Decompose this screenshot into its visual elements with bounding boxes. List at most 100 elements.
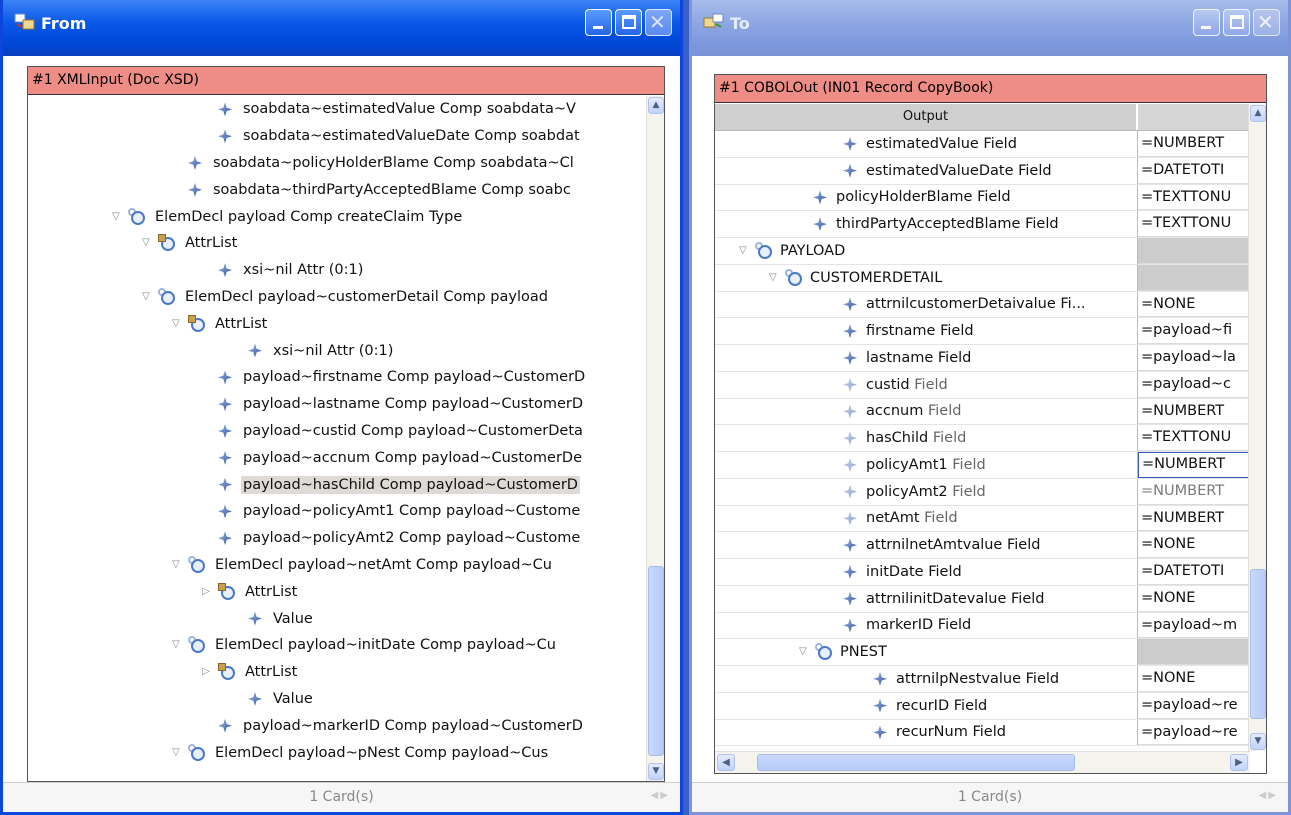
grid-row[interactable]: ▽ PNEST [715, 639, 1250, 666]
output-cell[interactable]: initDate Field [715, 559, 1138, 585]
tree-row[interactable]: ▽ ElemDecl payload~customerDetail Comp pa… [28, 284, 648, 311]
grid-row[interactable]: estimatedValue Field =NUMBERT [715, 131, 1250, 158]
grid-row[interactable]: custid Field =payload~c [715, 371, 1250, 399]
grid-row[interactable]: attrnilcustomerDetaivalue Fi... =NONE [715, 291, 1250, 319]
grid-row[interactable]: initDate Field =DATETOTI [715, 559, 1250, 586]
scroll-up-button[interactable]: ▲ [1250, 105, 1266, 122]
from-card-header[interactable]: #1 XMLInput (Doc XSD) [28, 67, 664, 95]
rule-cell[interactable]: =TEXTTONU [1138, 211, 1250, 237]
to-card-header[interactable]: #1 COBOLOut (IN01 Record CopyBook) [715, 75, 1266, 103]
grid-row[interactable]: attrnilnetAmtvalue Field =NONE [715, 532, 1250, 559]
rule-cell[interactable]: =NONE [1138, 666, 1250, 692]
tree-row[interactable]: payload~policyAmt1 Comp payload~Custome [28, 498, 648, 525]
tree-row[interactable]: ▽ ElemDecl payload~initDate Comp payload~… [28, 632, 648, 659]
rule-cell[interactable]: =payload~re [1138, 693, 1250, 719]
column-output[interactable]: Output [715, 104, 1138, 130]
to-vertical-scrollbar[interactable]: ▲ ▼ [1248, 104, 1266, 751]
collapse-toggle-icon[interactable]: ▽ [799, 645, 813, 659]
grid-row[interactable]: recurID Field =payload~re [715, 692, 1250, 720]
tree-row[interactable]: payload~accnum Comp payload~CustomerDe [28, 444, 648, 471]
expand-toggle-icon[interactable]: ▷ [202, 585, 216, 599]
output-cell[interactable]: attrnilcustomerDetaivalue Fi... [715, 291, 1138, 318]
grid-row[interactable]: policyAmt1 Field =NUMBERT [715, 452, 1250, 479]
rule-cell[interactable]: =NUMBERT [1138, 479, 1250, 505]
rule-cell[interactable]: =TEXTTONU [1138, 425, 1250, 451]
scroll-thumb[interactable] [648, 566, 664, 756]
collapse-toggle-icon[interactable]: ▽ [769, 271, 783, 285]
output-cell[interactable]: netAmt Field [715, 505, 1138, 532]
output-cell[interactable]: attrnilnetAmtvalue Field [715, 532, 1138, 558]
rule-cell[interactable]: =payload~m [1138, 613, 1250, 639]
output-cell[interactable]: ▽ PAYLOAD [715, 238, 1138, 264]
tree-row[interactable]: Value [28, 605, 648, 632]
scroll-right-button[interactable]: ▶ [1230, 754, 1248, 771]
scroll-up-button[interactable]: ▲ [648, 97, 664, 114]
tree-row[interactable]: xsi~nil Attr (0:1) [28, 257, 648, 284]
output-cell[interactable]: recurID Field [715, 692, 1138, 719]
output-cell[interactable]: attrnilinitDatevalue Field [715, 585, 1138, 612]
rule-cell[interactable]: =payload~re [1138, 720, 1250, 746]
tree-row[interactable]: ▽ ElemDecl payload~netAmt Comp payload~Cu [28, 552, 648, 579]
minimize-button[interactable] [1193, 9, 1220, 36]
collapse-toggle-icon[interactable]: ▽ [172, 558, 186, 572]
collapse-toggle-icon[interactable]: ▽ [112, 210, 126, 224]
collapse-toggle-icon[interactable]: ▽ [142, 236, 156, 250]
output-cell[interactable]: custid Field [715, 371, 1138, 398]
output-cell[interactable]: thirdPartyAcceptedBlame Field [715, 211, 1138, 237]
rule-cell[interactable]: =NONE [1138, 532, 1250, 558]
minimize-button[interactable] [585, 9, 612, 36]
scroll-thumb[interactable] [1250, 569, 1266, 719]
output-cell[interactable]: policyAmt2 Field [715, 478, 1138, 505]
scroll-thumb[interactable] [757, 754, 1075, 771]
grid-row[interactable]: recurNum Field =payload~re [715, 719, 1250, 746]
tree-row[interactable]: ▽ ElemDecl payload Comp createClaim Type [28, 203, 648, 230]
output-cell[interactable]: policyHolderBlame Field [715, 184, 1138, 211]
grid-row[interactable]: firstname Field =payload~fi [715, 318, 1250, 345]
grid-row[interactable]: estimatedValueDate Field =DATETOTI [715, 157, 1250, 185]
tree-row[interactable]: ▷ AttrList [28, 659, 648, 686]
tree-row[interactable]: payload~custid Comp payload~CustomerDeta [28, 418, 648, 445]
close-button[interactable]: ✕ [1253, 9, 1280, 36]
rule-cell[interactable]: =NONE [1138, 586, 1250, 612]
output-cell[interactable]: accnum Field [715, 398, 1138, 425]
tree-row[interactable]: soabdata~policyHolderBlame Comp soabdata… [28, 150, 648, 177]
scroll-down-button[interactable]: ▼ [648, 763, 664, 780]
output-cell[interactable]: estimatedValueDate Field [715, 157, 1138, 184]
grid-row[interactable]: accnum Field =NUMBERT [715, 398, 1250, 426]
grid-row[interactable]: policyHolderBlame Field =TEXTTONU [715, 184, 1250, 212]
output-cell[interactable]: recurNum Field [715, 719, 1138, 746]
grid-row[interactable]: thirdPartyAcceptedBlame Field =TEXTTONU [715, 211, 1250, 238]
grid-row[interactable]: netAmt Field =NUMBERT [715, 505, 1250, 533]
rule-cell[interactable]: =DATETOTI [1138, 559, 1250, 585]
status-nav-arrows-icon[interactable]: ◀▶ [1259, 790, 1278, 801]
rule-cell[interactable]: =TEXTTONU [1138, 185, 1250, 211]
tree-row[interactable]: payload~firstname Comp payload~CustomerD [28, 364, 648, 391]
tree-row[interactable]: ▷ AttrList [28, 578, 648, 605]
rule-cell[interactable] [1138, 238, 1250, 264]
maximize-button[interactable] [615, 9, 642, 36]
column-rule[interactable] [1138, 104, 1248, 130]
collapse-toggle-icon[interactable]: ▽ [172, 638, 186, 652]
output-cell[interactable]: hasChild Field [715, 425, 1138, 451]
grid-row[interactable]: ▽ PAYLOAD [715, 238, 1250, 265]
tree-row[interactable]: payload~hasChild Comp payload~CustomerD [28, 471, 648, 498]
grid-row[interactable]: policyAmt2 Field =NUMBERT [715, 478, 1250, 506]
from-titlebar[interactable]: From ✕ [3, 0, 680, 56]
rule-cell[interactable]: =NUMBERT [1138, 506, 1250, 532]
output-cell[interactable]: attrnilpNestvalue Field [715, 666, 1138, 692]
rule-cell[interactable] [1138, 264, 1250, 291]
tree-row[interactable]: soabdata~estimatedValue Comp soabdata~V [28, 96, 648, 123]
output-cell[interactable]: lastname Field [715, 345, 1138, 371]
output-cell[interactable]: policyAmt1 Field [715, 452, 1138, 478]
collapse-toggle-icon[interactable]: ▽ [739, 244, 753, 258]
rule-cell[interactable]: =NONE [1138, 292, 1250, 318]
grid-row[interactable]: attrnilpNestvalue Field =NONE [715, 666, 1250, 693]
to-titlebar[interactable]: To ✕ [692, 0, 1288, 56]
rule-cell[interactable]: =NUMBERT [1138, 131, 1250, 157]
to-horizontal-scrollbar[interactable]: ◀ ▶ [715, 751, 1250, 773]
from-vertical-scrollbar[interactable]: ▲ ▼ [646, 96, 664, 781]
rule-cell[interactable]: =DATETOTI [1138, 158, 1250, 184]
grid-row[interactable]: hasChild Field =TEXTTONU [715, 425, 1250, 452]
output-cell[interactable]: estimatedValue Field [715, 131, 1138, 157]
rule-cell[interactable]: =payload~fi [1138, 318, 1250, 344]
